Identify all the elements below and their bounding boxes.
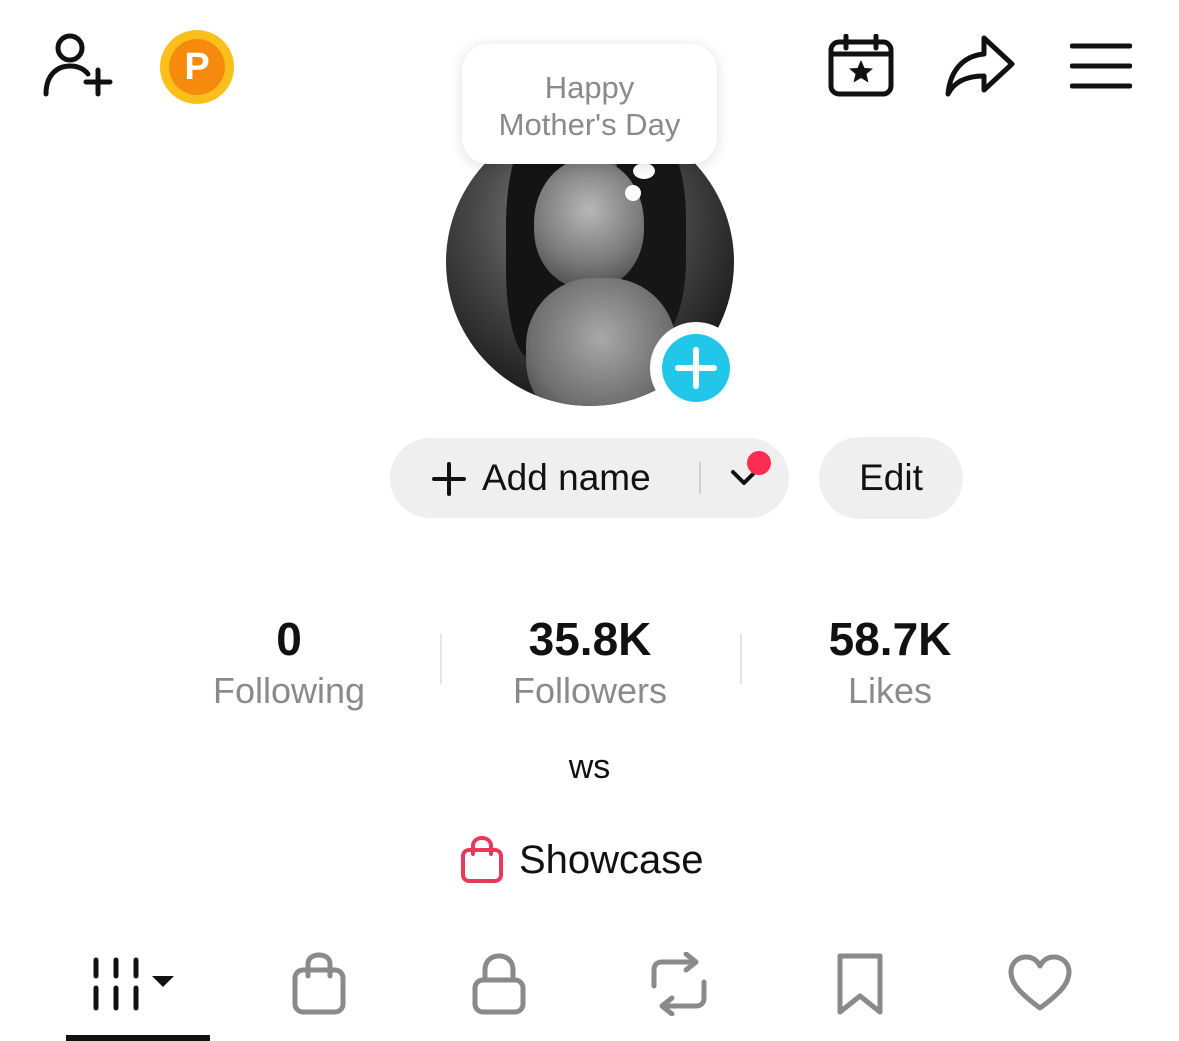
tab-favorites[interactable] xyxy=(770,944,950,1038)
active-tab-indicator xyxy=(66,1035,210,1041)
add-friend-icon[interactable] xyxy=(40,30,116,100)
following-count[interactable]: 0 xyxy=(139,612,439,666)
grid-videos-icon xyxy=(93,957,174,1011)
following-label[interactable]: Following xyxy=(139,670,439,712)
tab-liked[interactable] xyxy=(950,944,1130,1038)
add-name-label: Add name xyxy=(482,457,651,498)
bookmark-icon xyxy=(837,953,883,1015)
bubble-tail-dot xyxy=(625,185,641,201)
showcase-label[interactable]: Showcase xyxy=(519,838,704,883)
share-icon[interactable] xyxy=(942,32,1018,100)
followers-count[interactable]: 35.8K xyxy=(440,612,740,666)
likes-label[interactable]: Likes xyxy=(740,670,1040,712)
shopping-bag-icon[interactable] xyxy=(460,836,504,884)
bubble-line-2: Mother's Day xyxy=(498,107,681,142)
tab-reposts[interactable] xyxy=(589,944,769,1038)
calendar-star-icon[interactable] xyxy=(826,34,896,98)
bubble-line-1: Happy xyxy=(544,70,635,105)
tab-videos[interactable] xyxy=(48,944,228,1038)
avatar-photo-part xyxy=(534,158,644,288)
coin-letter: P xyxy=(169,39,225,95)
bio-text[interactable]: ws xyxy=(0,748,1179,787)
shopping-bag-icon xyxy=(292,952,346,1015)
divider xyxy=(699,462,701,494)
repost-icon xyxy=(651,952,707,1016)
status-bubble[interactable]: Happy Mother's Day xyxy=(462,44,717,164)
lock-icon xyxy=(472,953,526,1015)
coin-icon[interactable]: P xyxy=(160,30,234,104)
heart-icon xyxy=(1008,954,1072,1011)
edit-profile-button[interactable]: Edit xyxy=(819,437,963,519)
tab-private[interactable] xyxy=(409,944,589,1038)
notification-dot xyxy=(747,451,771,475)
likes-count[interactable]: 58.7K xyxy=(740,612,1040,666)
plus-icon xyxy=(432,462,466,496)
menu-icon[interactable] xyxy=(1070,42,1132,90)
plus-icon xyxy=(662,334,730,402)
bubble-tail xyxy=(633,163,655,179)
tab-shop[interactable] xyxy=(229,944,409,1038)
add-avatar-button[interactable] xyxy=(650,322,742,414)
followers-label[interactable]: Followers xyxy=(440,670,740,712)
